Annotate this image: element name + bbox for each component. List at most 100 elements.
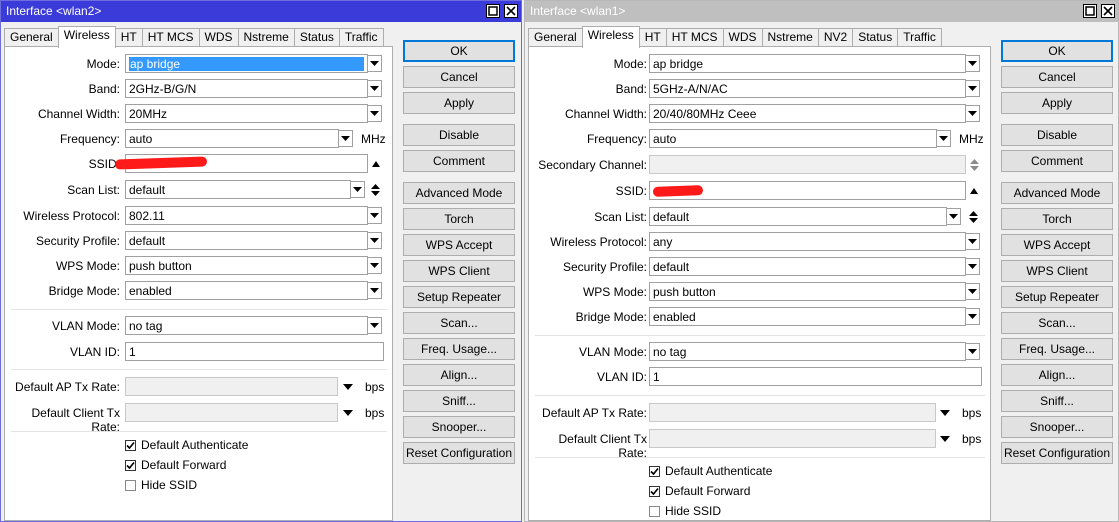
dropdown-arrow-icon[interactable] xyxy=(367,257,382,274)
bridge-mode-select[interactable]: enabled xyxy=(125,281,368,300)
up-down-icon[interactable] xyxy=(368,180,382,200)
sniff-button[interactable]: Sniff... xyxy=(403,390,515,412)
torch-button[interactable]: Torch xyxy=(1001,208,1113,230)
dropdown-arrow-icon[interactable] xyxy=(367,80,382,97)
dropdown-arrow-icon[interactable] xyxy=(965,283,980,300)
disable-button[interactable]: Disable xyxy=(403,124,515,146)
dropdown-arrow-icon[interactable] xyxy=(367,105,382,122)
hide-ssid-checkbox[interactable]: Hide SSID xyxy=(125,478,197,492)
wireless-protocol-select[interactable]: 802.11 xyxy=(125,206,368,225)
tab-ht[interactable]: HT xyxy=(114,28,143,47)
cancel-button[interactable]: Cancel xyxy=(403,66,515,88)
ok-button[interactable]: OK xyxy=(1001,40,1113,62)
dropdown-arrow-icon[interactable] xyxy=(940,408,950,418)
dropdown-arrow-icon[interactable] xyxy=(940,434,950,444)
band-select[interactable]: 2GHz-B/G/N xyxy=(125,79,368,98)
torch-button[interactable]: Torch xyxy=(403,208,515,230)
tab-general[interactable]: General xyxy=(4,28,59,47)
reset-configuration-button[interactable]: Reset Configuration xyxy=(403,442,515,464)
dropdown-arrow-icon[interactable] xyxy=(367,232,382,249)
snooper-button[interactable]: Snooper... xyxy=(1001,416,1113,438)
default-ap-tx-rate-input[interactable] xyxy=(125,377,338,396)
frequency-select[interactable]: auto xyxy=(125,129,339,148)
tab-ht-mcs[interactable]: HT MCS xyxy=(141,28,200,47)
align-button[interactable]: Align... xyxy=(403,364,515,386)
tab-nstreme[interactable]: Nstreme xyxy=(761,28,819,47)
tab-wds[interactable]: WDS xyxy=(198,28,239,47)
band-select[interactable]: 5GHz-A/N/AC xyxy=(649,79,966,98)
default-forward-checkbox[interactable]: Default Forward xyxy=(649,484,750,498)
tab-wireless[interactable]: Wireless xyxy=(57,26,116,48)
dropdown-arrow-icon[interactable] xyxy=(965,80,980,97)
wps-mode-select[interactable]: push button xyxy=(125,256,368,275)
tab-nstreme[interactable]: Nstreme xyxy=(237,28,295,47)
dropdown-arrow-icon[interactable] xyxy=(965,105,980,122)
sniff-button[interactable]: Sniff... xyxy=(1001,390,1113,412)
cancel-button[interactable]: Cancel xyxy=(1001,66,1113,88)
channel-width-select[interactable]: 20/40/80MHz Ceee xyxy=(649,104,966,123)
wps-client-button[interactable]: WPS Client xyxy=(1001,260,1113,282)
tab-status[interactable]: Status xyxy=(852,28,899,47)
apply-button[interactable]: Apply xyxy=(403,92,515,114)
mode-select[interactable]: ap bridge xyxy=(125,54,368,73)
advanced-mode-button[interactable]: Advanced Mode xyxy=(403,182,515,204)
dropdown-arrow-icon[interactable] xyxy=(367,282,382,299)
tab-wireless[interactable]: Wireless xyxy=(581,26,640,48)
wps-client-button[interactable]: WPS Client xyxy=(403,260,515,282)
default-forward-checkbox[interactable]: Default Forward xyxy=(125,458,226,472)
vlan-mode-select[interactable]: no tag xyxy=(649,342,966,361)
bridge-mode-select[interactable]: enabled xyxy=(649,307,966,326)
window-titlebar[interactable]: Interface <wlan1> xyxy=(525,1,1118,22)
default-authenticate-checkbox[interactable]: Default Authenticate xyxy=(649,464,772,478)
vlan-mode-select[interactable]: no tag xyxy=(125,316,368,335)
scan-list-select[interactable]: default xyxy=(649,207,947,226)
default-ap-tx-rate-input[interactable] xyxy=(649,403,936,422)
dropdown-arrow-icon[interactable] xyxy=(338,130,353,147)
dropdown-arrow-icon[interactable] xyxy=(965,233,980,250)
mode-select[interactable]: ap bridge xyxy=(649,54,966,73)
dropdown-arrow-icon[interactable] xyxy=(367,317,382,334)
comment-button[interactable]: Comment xyxy=(1001,150,1113,172)
ok-button[interactable]: OK xyxy=(403,40,515,62)
channel-width-select[interactable]: 20MHz xyxy=(125,104,368,123)
reset-configuration-button[interactable]: Reset Configuration xyxy=(1001,442,1113,464)
freq-usage-button[interactable]: Freq. Usage... xyxy=(1001,338,1113,360)
scan-button[interactable]: Scan... xyxy=(403,312,515,334)
default-client-tx-rate-input[interactable] xyxy=(125,403,338,422)
dropdown-arrow-icon[interactable] xyxy=(367,207,382,224)
dropdown-arrow-icon[interactable] xyxy=(965,308,980,325)
tab-wds[interactable]: WDS xyxy=(722,28,763,47)
dropdown-arrow-icon[interactable] xyxy=(367,55,382,72)
disable-button[interactable]: Disable xyxy=(1001,124,1113,146)
wps-accept-button[interactable]: WPS Accept xyxy=(403,234,515,256)
up-down-icon[interactable] xyxy=(967,155,981,175)
freq-usage-button[interactable]: Freq. Usage... xyxy=(403,338,515,360)
vlan-id-input[interactable]: 1 xyxy=(125,342,384,361)
collapse-arrow-icon[interactable] xyxy=(371,159,381,169)
apply-button[interactable]: Apply xyxy=(1001,92,1113,114)
default-authenticate-checkbox[interactable]: Default Authenticate xyxy=(125,438,248,452)
window-titlebar[interactable]: Interface <wlan2> xyxy=(1,1,521,22)
setup-repeater-button[interactable]: Setup Repeater xyxy=(403,286,515,308)
security-profile-select[interactable]: default xyxy=(125,231,368,250)
dropdown-arrow-icon[interactable] xyxy=(350,181,365,198)
dropdown-arrow-icon[interactable] xyxy=(965,258,980,275)
close-icon[interactable] xyxy=(1101,4,1115,18)
secondary-channel-select[interactable] xyxy=(649,155,966,174)
dropdown-arrow-icon[interactable] xyxy=(343,408,353,418)
scan-button[interactable]: Scan... xyxy=(1001,312,1113,334)
dropdown-arrow-icon[interactable] xyxy=(936,130,951,147)
tab-ht[interactable]: HT xyxy=(638,28,667,47)
tab-status[interactable]: Status xyxy=(293,28,340,47)
wireless-protocol-select[interactable]: any xyxy=(649,232,966,251)
tab-general[interactable]: General xyxy=(528,28,583,47)
dropdown-arrow-icon[interactable] xyxy=(946,208,961,225)
dropdown-arrow-icon[interactable] xyxy=(965,55,980,72)
advanced-mode-button[interactable]: Advanced Mode xyxy=(1001,182,1113,204)
tab-traffic[interactable]: Traffic xyxy=(897,28,942,47)
close-icon[interactable] xyxy=(504,4,518,18)
comment-button[interactable]: Comment xyxy=(403,150,515,172)
up-down-icon[interactable] xyxy=(966,207,980,227)
collapse-arrow-icon[interactable] xyxy=(969,186,979,196)
setup-repeater-button[interactable]: Setup Repeater xyxy=(1001,286,1113,308)
